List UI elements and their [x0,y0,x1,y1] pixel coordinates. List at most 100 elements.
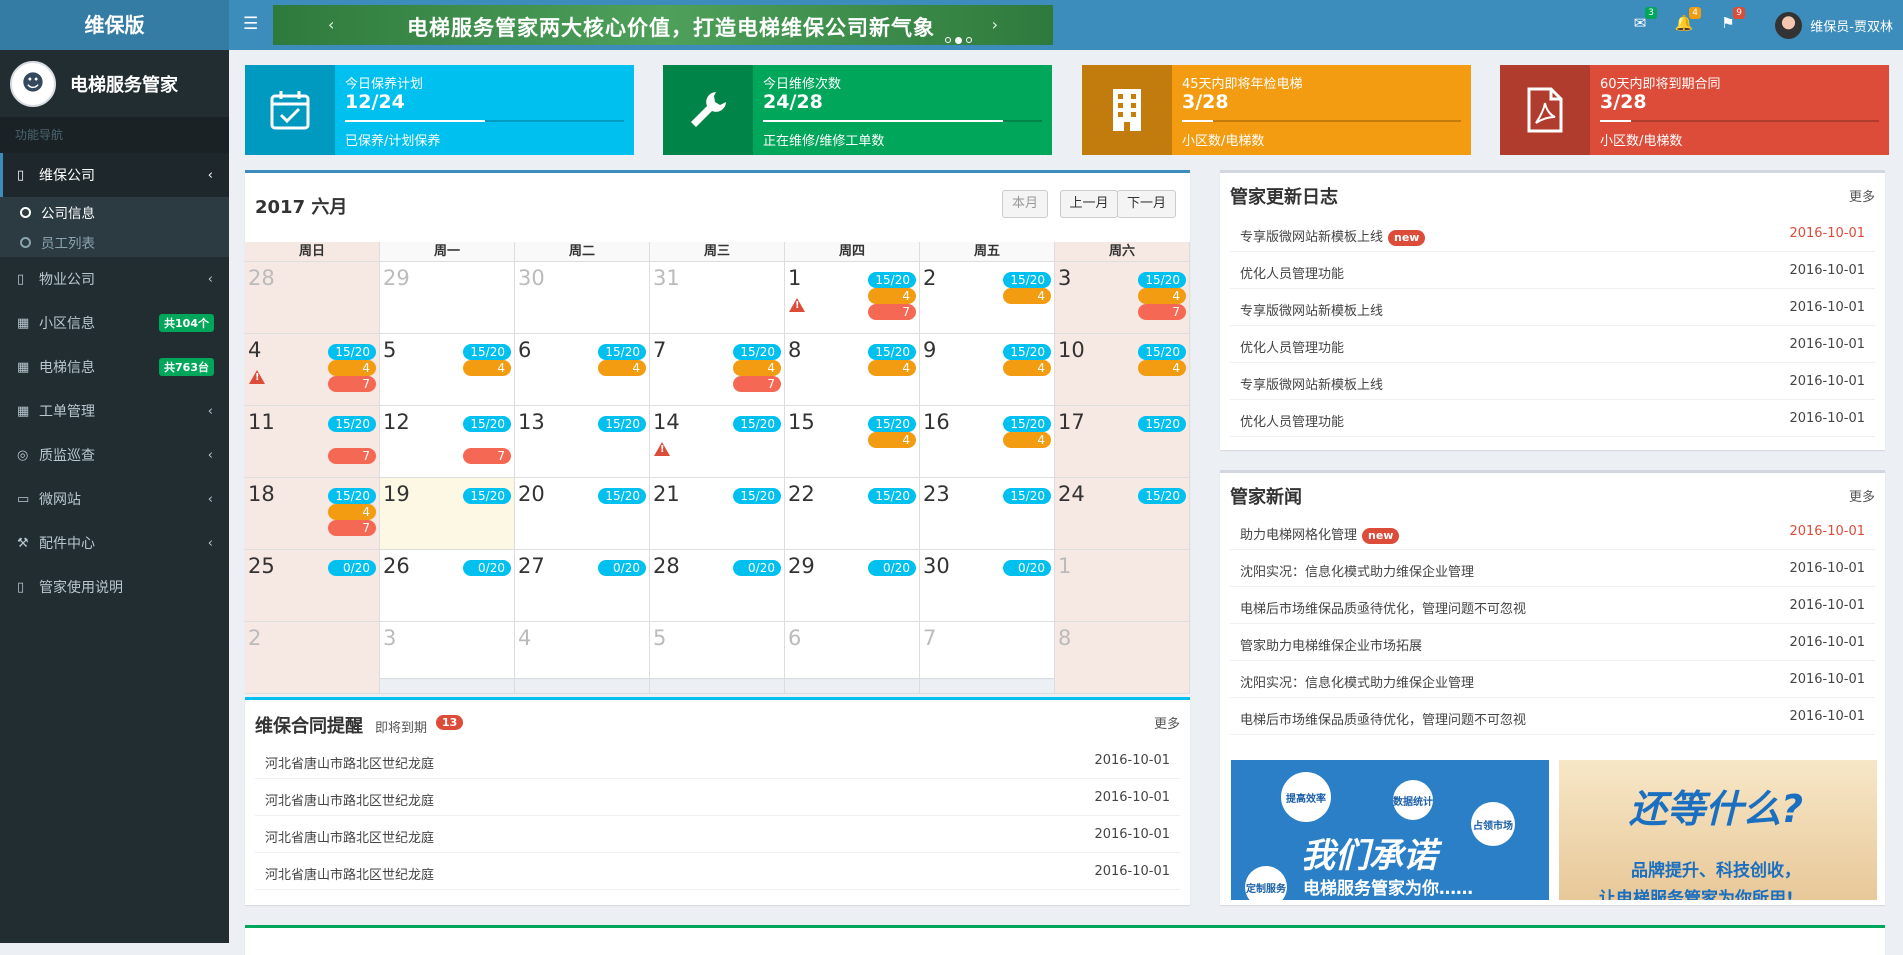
list-item[interactable]: 专享版微网站新模板上线 2016-10-01 [1230,363,1875,400]
calendar-day-cell[interactable]: 21 15/20 [650,478,785,549]
calendar-day-cell[interactable]: 29 0/20 [785,550,920,621]
calendar-event-badge[interactable]: 15/20 [733,416,781,432]
sidebar-item-property-company[interactable]: ▯ 物业公司 ‹ [0,257,229,301]
calendar-event-badge[interactable]: 15/20 [1003,344,1051,360]
list-item[interactable]: 电梯后市场维保品质亟待优化，管理问题不可忽视 2016-10-01 [1230,698,1875,735]
calendar-event-badge[interactable]: 4 [868,288,916,304]
banner-next-icon[interactable]: › [992,15,998,34]
sidebar-item-parts[interactable]: ⚒ 配件中心 ‹ [0,521,229,565]
calendar-event-badge[interactable]: 4 [598,360,646,376]
calendar-event-badge[interactable]: 15/20 [328,416,376,432]
stat-box-repair[interactable]: 今日维修次数 24/28 正在维修/维修工单数 [663,65,1052,155]
user-menu[interactable]: 维保员-贾双林 [1775,0,1903,50]
calendar-event-badge[interactable]: 15/20 [463,488,511,504]
calendar-day-cell[interactable]: 22 15/20 [785,478,920,549]
calendar-day-cell[interactable]: 14 15/20 [650,406,785,477]
calendar-event-badge[interactable]: 4 [1138,288,1186,304]
sidebar-item-maintenance-company[interactable]: ▯ 维保公司 ‹ [0,153,229,197]
calendar-event-badge[interactable]: 4 [328,504,376,520]
banner-pagination[interactable] [945,37,972,44]
calendar-event-badge[interactable]: 0/20 [733,560,781,576]
sidebar-item-elevator[interactable]: ▦ 电梯信息 共763台 [0,345,229,389]
list-item[interactable]: 管家助力电梯维保企业市场拓展 2016-10-01 [1230,624,1875,661]
stat-box-maintenance[interactable]: 今日保养计划 12/24 已保养/计划保养 [245,65,634,155]
contract-more-link[interactable]: 更多 [1154,713,1180,732]
calendar-day-cell[interactable]: 31 [650,262,785,333]
calendar-day-cell[interactable]: 7 [920,622,1055,693]
calendar-day-cell[interactable]: 2 15/20 4 [920,262,1055,333]
calendar-day-cell[interactable]: 23 15/20 [920,478,1055,549]
list-item[interactable]: 专享版微网站新模板上线 new 2016-10-01 [1230,215,1875,252]
sidebar-subitem-company-info[interactable]: 公司信息 [0,197,229,227]
calendar-day-cell[interactable]: 8 15/20 4 [785,334,920,405]
calendar-day-cell[interactable]: 7 15/20 4 7 [650,334,785,405]
list-item[interactable]: 优化人员管理功能 2016-10-01 [1230,326,1875,363]
calendar-event-badge[interactable]: 15/20 [1003,416,1051,432]
calendar-event-badge[interactable]: 7 [733,376,781,392]
calendar-day-cell[interactable]: 20 15/20 [515,478,650,549]
calendar-day-cell[interactable]: 1 15/2047 [785,262,920,333]
calendar-event-badge[interactable]: 15/20 [328,344,376,360]
calendar-event-badge[interactable]: 4 [1138,360,1186,376]
calendar-day-cell[interactable]: 6 [785,622,920,693]
ad-banner-promise[interactable]: 提高效率 数据统计 占领市场 定制服务 我们承诺 电梯服务管家为你…… [1231,760,1549,900]
app-logo[interactable]: 维保版 [0,0,229,50]
calendar-event-badge[interactable]: 15/20 [1138,272,1186,288]
calendar-event-badge[interactable]: 4 [733,360,781,376]
calendar-event-badge[interactable]: 4 [868,360,916,376]
sidebar-item-workorder[interactable]: ▦ 工单管理 ‹ [0,389,229,433]
calendar-event-badge[interactable]: 0/20 [463,560,511,576]
calendar-event-badge[interactable]: 15/20 [1138,416,1186,432]
calendar-day-cell[interactable]: 5 15/20 4 [380,334,515,405]
calendar-day-cell[interactable]: 13 15/20 [515,406,650,477]
calendar-day-cell[interactable]: 3 [380,622,515,693]
calendar-day-cell[interactable]: 30 [515,262,650,333]
messages-icon[interactable]: ✉ 3 [1629,7,1657,34]
calendar-day-cell[interactable]: 415/2047 [245,334,380,405]
calendar-event-badge[interactable]: 15/20 [733,344,781,360]
calendar-event-badge[interactable]: 4 [1003,288,1051,304]
sidebar-subitem-staff-list[interactable]: 员工列表 [0,227,229,257]
calendar-event-badge[interactable]: 7 [328,520,376,536]
calendar-day-cell[interactable]: 11 15/20 7 [245,406,380,477]
calendar-event-badge[interactable]: 4 [463,360,511,376]
update-more-link[interactable]: 更多 [1849,186,1875,205]
calendar-event-badge[interactable]: 15/20 [598,416,646,432]
sidebar-item-community[interactable]: ▦ 小区信息 共104个 [0,301,229,345]
calendar-day-cell[interactable]: 29 [380,262,515,333]
calendar-event-badge[interactable]: 15/20 [463,416,511,432]
list-item[interactable]: 专享版微网站新模板上线 2016-10-01 [1230,289,1875,326]
calendar-day-cell[interactable]: 17 15/20 [1055,406,1190,477]
calendar-event-badge[interactable]: 0/20 [328,560,376,576]
calendar-event-badge[interactable]: 7 [868,304,916,320]
calendar-event-badge[interactable]: 0/20 [1003,560,1051,576]
calendar-event-badge[interactable]: 7 [463,448,511,464]
list-item[interactable]: 河北省唐山市路北区世纪龙庭 2016-10-01 [255,742,1180,779]
calendar-day-cell[interactable]: 26 0/20 [380,550,515,621]
stat-box-annual-inspection[interactable]: 45天内即将年检电梯 3/28 小区数/电梯数 [1082,65,1471,155]
calendar-day-cell[interactable]: 1 [1055,550,1190,621]
calendar-day-cell[interactable]: 24 15/20 [1055,478,1190,549]
list-item[interactable]: 优化人员管理功能 2016-10-01 [1230,400,1875,437]
calendar-event-badge[interactable]: 15/20 [328,488,376,504]
calendar-event-badge[interactable]: 15/20 [463,344,511,360]
calendar-day-cell[interactable]: 25 0/20 [245,550,380,621]
calendar-day-cell[interactable]: 8 [1055,622,1190,693]
calendar-event-badge[interactable]: 7 [1138,304,1186,320]
calendar-event-badge[interactable]: 4 [328,360,376,376]
next-month-button[interactable]: 下一月 [1117,190,1176,218]
calendar-day-cell[interactable]: 5 [650,622,785,693]
calendar-event-badge[interactable]: 15/20 [1003,272,1051,288]
calendar-event-badge[interactable]: 15/20 [1138,488,1186,504]
calendar-event-badge[interactable]: 15/20 [1003,488,1051,504]
calendar-event-badge[interactable]: 15/20 [868,272,916,288]
calendar-day-cell[interactable]: 19 15/20 [380,478,515,549]
ad-banner-wait[interactable]: 还等什么? 品牌提升、科技创收， 让电梯服务管家为你所用! [1559,760,1877,900]
bell-icon[interactable]: 🔔 4 [1673,7,1701,34]
calendar-event-badge[interactable]: 0/20 [868,560,916,576]
calendar-day-cell[interactable]: 4 [515,622,650,693]
calendar-event-badge[interactable]: 0/20 [598,560,646,576]
list-item[interactable]: 河北省唐山市路北区世纪龙庭 2016-10-01 [255,779,1180,816]
list-item[interactable]: 优化人员管理功能 2016-10-01 [1230,252,1875,289]
stat-box-contract-expiry[interactable]: 60天内即将到期合同 3/28 小区数/电梯数 [1500,65,1889,155]
